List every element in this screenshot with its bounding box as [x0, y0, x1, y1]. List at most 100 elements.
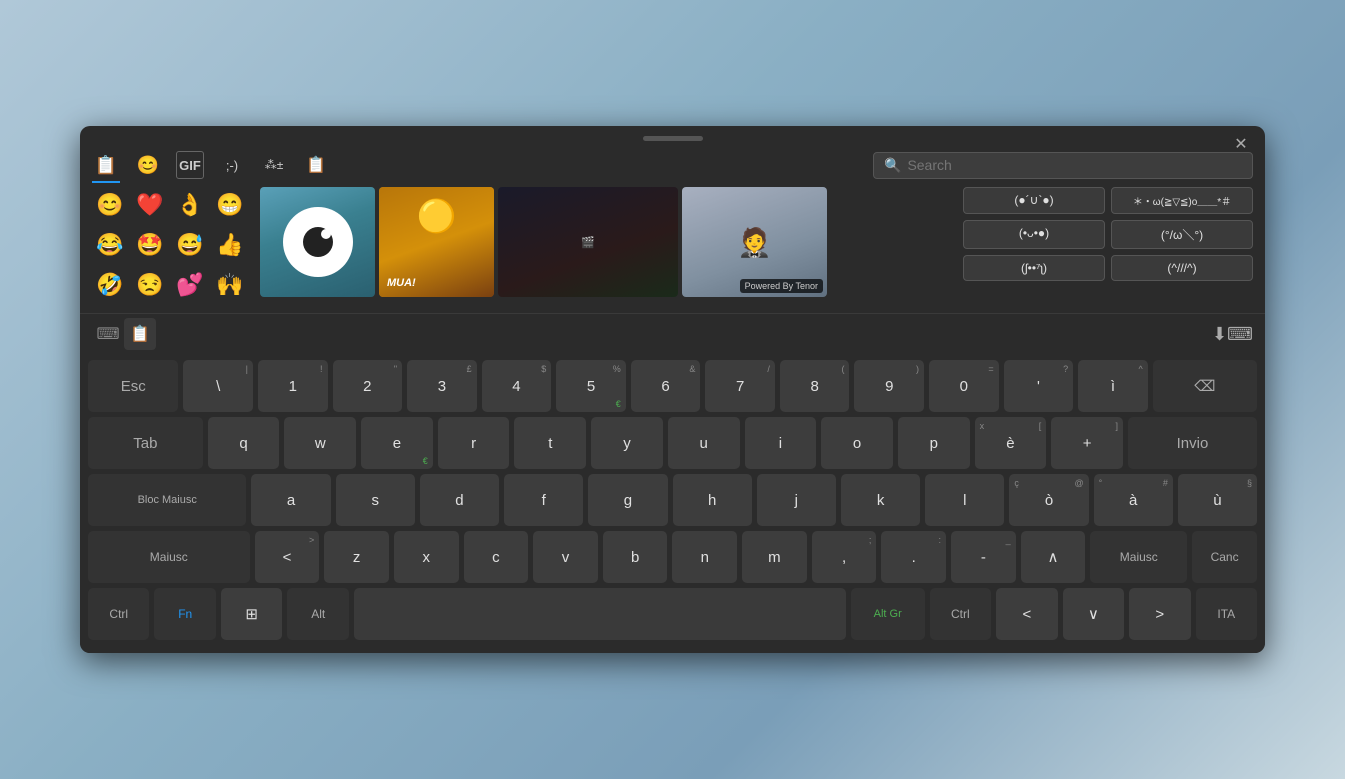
gif-tab-icon[interactable]: GIF — [176, 151, 204, 179]
key-agrave[interactable]: ° # à — [1094, 474, 1173, 526]
key-m[interactable]: m — [742, 531, 807, 583]
kaomoji-item[interactable]: (ʃ••⁷ʅ) — [963, 255, 1105, 281]
key-e[interactable]: € e — [361, 417, 433, 469]
key-apostrophe[interactable]: ? ' — [1004, 360, 1074, 412]
key-f[interactable]: f — [504, 474, 583, 526]
key-4[interactable]: $ 4 — [482, 360, 552, 412]
key-alt-left[interactable]: Alt — [287, 588, 348, 640]
emoji-tab-icon[interactable]: 😊 — [134, 151, 162, 179]
emoji-item[interactable]: 👌 — [172, 187, 208, 223]
gif-item-3[interactable]: 🎬 — [498, 187, 678, 297]
kaomoji-tab-icon[interactable]: ;-) — [218, 151, 246, 179]
key-h[interactable]: h — [673, 474, 752, 526]
keyboard-settings-icon[interactable]: ⌨ — [92, 318, 124, 350]
emoji-item[interactable]: 😂 — [92, 227, 128, 263]
key-windows[interactable]: ⊞ — [221, 588, 282, 640]
key-alt-gr[interactable]: Alt Gr — [851, 588, 925, 640]
key-z[interactable]: z — [324, 531, 389, 583]
emoji-item[interactable]: 👍 — [212, 227, 248, 263]
key-ograve[interactable]: ç @ ò — [1009, 474, 1088, 526]
key-9[interactable]: ) 9 — [854, 360, 924, 412]
emoji-item[interactable]: 💕 — [172, 267, 208, 303]
gif-item-1[interactable] — [260, 187, 375, 297]
key-arrow-left[interactable]: < — [996, 588, 1057, 640]
drag-handle[interactable] — [643, 136, 703, 141]
gif-item-2[interactable]: 🟡 MUA! — [379, 187, 494, 297]
key-8[interactable]: ( 8 — [780, 360, 850, 412]
key-space[interactable] — [354, 588, 846, 640]
kaomoji-item[interactable]: (°/ω＼°) — [1111, 220, 1253, 249]
key-r[interactable]: r — [438, 417, 510, 469]
key-u[interactable]: u — [668, 417, 740, 469]
key-shift-left[interactable]: Maiusc — [88, 531, 250, 583]
keyboard-download-icon[interactable]: ⬇⌨ — [1212, 324, 1253, 345]
key-7[interactable]: / 7 — [705, 360, 775, 412]
emoji-item[interactable]: 🤩 — [132, 227, 168, 263]
clipboard-tab-icon[interactable]: 📋 — [92, 151, 120, 179]
key-j[interactable]: j — [757, 474, 836, 526]
kaomoji-item[interactable]: (●´∪`●) — [963, 187, 1105, 214]
key-delete[interactable]: Canc — [1192, 531, 1257, 583]
gif-item-4[interactable]: 🤵 Powered By Tenor — [682, 187, 827, 297]
clipboard-mode-icon[interactable]: 📋 — [124, 318, 156, 350]
key-p[interactable]: p — [898, 417, 970, 469]
key-k[interactable]: k — [841, 474, 920, 526]
emoji-item[interactable]: 🤣 — [92, 267, 128, 303]
key-a[interactable]: a — [251, 474, 330, 526]
key-language[interactable]: ITA — [1196, 588, 1257, 640]
key-w[interactable]: w — [284, 417, 356, 469]
key-v[interactable]: v — [533, 531, 598, 583]
key-shift-right[interactable]: Maiusc — [1090, 531, 1187, 583]
key-angle[interactable]: > < — [255, 531, 320, 583]
key-comma[interactable]: ; , — [812, 531, 877, 583]
key-egrave[interactable]: x [ è — [975, 417, 1047, 469]
key-b[interactable]: b — [603, 531, 668, 583]
key-x[interactable]: x — [394, 531, 459, 583]
key-esc[interactable]: Esc — [88, 360, 178, 412]
emoji-item[interactable]: 🙌 — [212, 267, 248, 303]
key-backspace[interactable]: ⌫ — [1153, 360, 1257, 412]
key-enter[interactable]: Invio — [1128, 417, 1257, 469]
emoji-item[interactable]: 😅 — [172, 227, 208, 263]
key-l[interactable]: l — [925, 474, 1004, 526]
key-fn[interactable]: Fn — [154, 588, 215, 640]
key-ctrl-right[interactable]: Ctrl — [930, 588, 991, 640]
key-t[interactable]: t — [514, 417, 586, 469]
history-tab-icon[interactable]: 📋 — [302, 151, 330, 179]
key-3[interactable]: £ 3 — [407, 360, 477, 412]
key-plus[interactable]: +] — [1051, 417, 1123, 469]
key-d[interactable]: d — [420, 474, 499, 526]
key-q[interactable]: q — [208, 417, 280, 469]
emoji-item[interactable]: 😒 — [132, 267, 168, 303]
key-0[interactable]: = 0 — [929, 360, 999, 412]
key-i[interactable]: i — [745, 417, 817, 469]
key-igrave[interactable]: ^ ì — [1078, 360, 1148, 412]
key-minus[interactable]: _ - — [951, 531, 1016, 583]
key-6[interactable]: & 6 — [631, 360, 701, 412]
key-arrow-down[interactable]: ∨ — [1063, 588, 1124, 640]
search-input[interactable] — [907, 157, 1242, 173]
key-caret[interactable]: ∧ — [1021, 531, 1086, 583]
key-2[interactable]: " 2 — [333, 360, 403, 412]
key-ugrave[interactable]: § ù — [1178, 474, 1257, 526]
key-backslash[interactable]: | \ — [183, 360, 253, 412]
key-5[interactable]: % 5 € — [556, 360, 626, 412]
close-button[interactable]: ✕ — [1229, 132, 1253, 156]
key-1[interactable]: ! 1 — [258, 360, 328, 412]
key-c[interactable]: c — [464, 531, 529, 583]
emoji-item[interactable]: 😁 — [212, 187, 248, 223]
kaomoji-item[interactable]: ＊・ω(≧▽≦)o＿＿*＃ — [1111, 187, 1253, 214]
key-o[interactable]: o — [821, 417, 893, 469]
key-n[interactable]: n — [672, 531, 737, 583]
key-tab[interactable]: Tab — [88, 417, 203, 469]
key-caps-lock[interactable]: Bloc Maiusc — [88, 474, 246, 526]
key-g[interactable]: g — [588, 474, 667, 526]
key-arrow-right[interactable]: > — [1129, 588, 1190, 640]
kaomoji-item[interactable]: (^///^) — [1111, 255, 1253, 281]
key-ctrl-left[interactable]: Ctrl — [88, 588, 149, 640]
kaomoji-item[interactable]: (•ᴗ•●) — [963, 220, 1105, 249]
emoji-item[interactable]: 😊 — [92, 187, 128, 223]
special-chars-tab-icon[interactable]: ⁂± — [260, 151, 288, 179]
emoji-item[interactable]: ❤️ — [132, 187, 168, 223]
key-period[interactable]: : . — [881, 531, 946, 583]
